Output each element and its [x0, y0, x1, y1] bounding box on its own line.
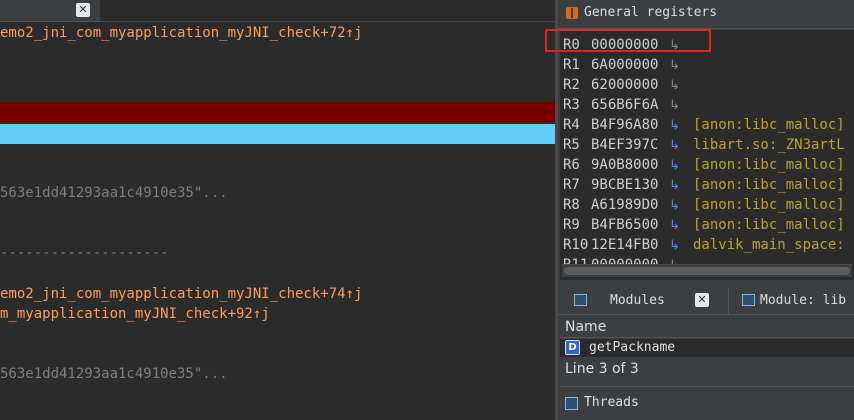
threads-tab[interactable]: Threads — [558, 392, 854, 420]
registers-header[interactable]: General registers — [558, 0, 854, 29]
highlighted-line-red[interactable] — [0, 102, 556, 122]
right-pane: General registers R0 00000000 ↳ R1 6A000000… — [558, 0, 854, 420]
registers-horizontal-scrollbar[interactable] — [562, 264, 852, 277]
register-row-r3[interactable]: R3 656B6F6A ↳ — [563, 95, 693, 115]
code-separator: -------------------- — [0, 245, 169, 261]
registers-title: General registers — [584, 5, 718, 20]
modules-tab-bar: Modules ✕ Module: lib — [558, 288, 854, 315]
register-row-r1[interactable]: R1 6A000000 ↳ — [563, 55, 693, 75]
code-line[interactable]: m_myapplication_myJNI_check+92↑j — [0, 306, 270, 322]
threads-label: Threads — [584, 395, 639, 410]
modules-icon — [574, 294, 587, 306]
function-icon: D — [565, 340, 580, 355]
code-line[interactable]: emo2_jni_com_myapplication_myJNI_check+7… — [0, 286, 362, 302]
register-row-r7[interactable]: R7 9BCBE130 ↳ [anon:libc_malloc] — [563, 175, 845, 195]
jump-arrow-icon[interactable]: ↳ — [669, 216, 693, 236]
threads-icon — [565, 397, 578, 410]
tab-bar-empty — [100, 0, 556, 22]
register-row-r5[interactable]: R5 B4EF397C ↳ libart.so:_ZN3artL — [563, 135, 845, 155]
registers-icon — [566, 7, 578, 19]
register-row-r4[interactable]: R4 B4F96A80 ↳ [anon:libc_malloc] — [563, 115, 845, 135]
disassembly-view[interactable]: ✕ emo2_jni_com_myapplication_myJNI_check… — [0, 0, 556, 420]
list-item-label: getPackname — [589, 340, 676, 355]
jump-arrow-icon[interactable]: ↳ — [669, 156, 693, 176]
tab-module-lib[interactable]: Module: lib — [730, 288, 854, 314]
column-header-name[interactable]: Name — [560, 317, 854, 338]
tab-modules[interactable]: Modules ✕ — [558, 288, 728, 314]
close-icon[interactable]: ✕ — [76, 3, 90, 17]
jump-arrow-icon[interactable]: ↳ — [669, 56, 693, 76]
highlighted-line-current[interactable] — [0, 124, 556, 144]
register-row-r8[interactable]: R8 A61989D0 ↳ [anon:libc_malloc] — [563, 195, 845, 215]
code-line[interactable]: 563e1dd41293aa1c4910e35"... — [0, 185, 228, 201]
jump-arrow-icon[interactable]: ↳ — [669, 96, 693, 116]
jump-arrow-icon[interactable]: ↳ — [669, 116, 693, 136]
annotation-highlight-box — [545, 29, 711, 52]
jump-arrow-icon[interactable]: ↳ — [669, 136, 693, 156]
jump-arrow-icon[interactable]: ↳ — [669, 236, 693, 256]
divider — [560, 386, 854, 387]
jump-arrow-icon[interactable]: ↳ — [669, 76, 693, 96]
line-status: Line 3 of 3 — [565, 361, 639, 377]
close-icon[interactable]: ✕ — [695, 293, 709, 307]
jump-arrow-icon[interactable]: ↳ — [669, 176, 693, 196]
register-row-r9[interactable]: R9 B4FB6500 ↳ [anon:libc_malloc] — [563, 215, 845, 235]
scrollbar-thumb[interactable] — [564, 267, 850, 275]
disassembly-tab[interactable]: ✕ — [0, 0, 100, 22]
registers-panel[interactable]: R0 00000000 ↳ R1 6A000000 ↳ R2 62000000 ↳ R3 65… — [560, 30, 854, 280]
list-item[interactable]: D getPackname — [560, 339, 854, 357]
tab-separator — [728, 288, 729, 314]
jump-arrow-icon[interactable]: ↳ — [669, 196, 693, 216]
register-row-r10[interactable]: R10 12E14FB0 ↳ dalvik_main_space: — [563, 235, 845, 255]
register-row-r2[interactable]: R2 62000000 ↳ — [563, 75, 693, 95]
module-icon — [742, 294, 755, 306]
register-row-r6[interactable]: R6 9A0B8000 ↳ [anon:libc_malloc] — [563, 155, 845, 175]
code-line[interactable]: emo2_jni_com_myapplication_myJNI_check+7… — [0, 25, 362, 41]
code-line[interactable]: 563e1dd41293aa1c4910e35"... — [0, 366, 228, 382]
